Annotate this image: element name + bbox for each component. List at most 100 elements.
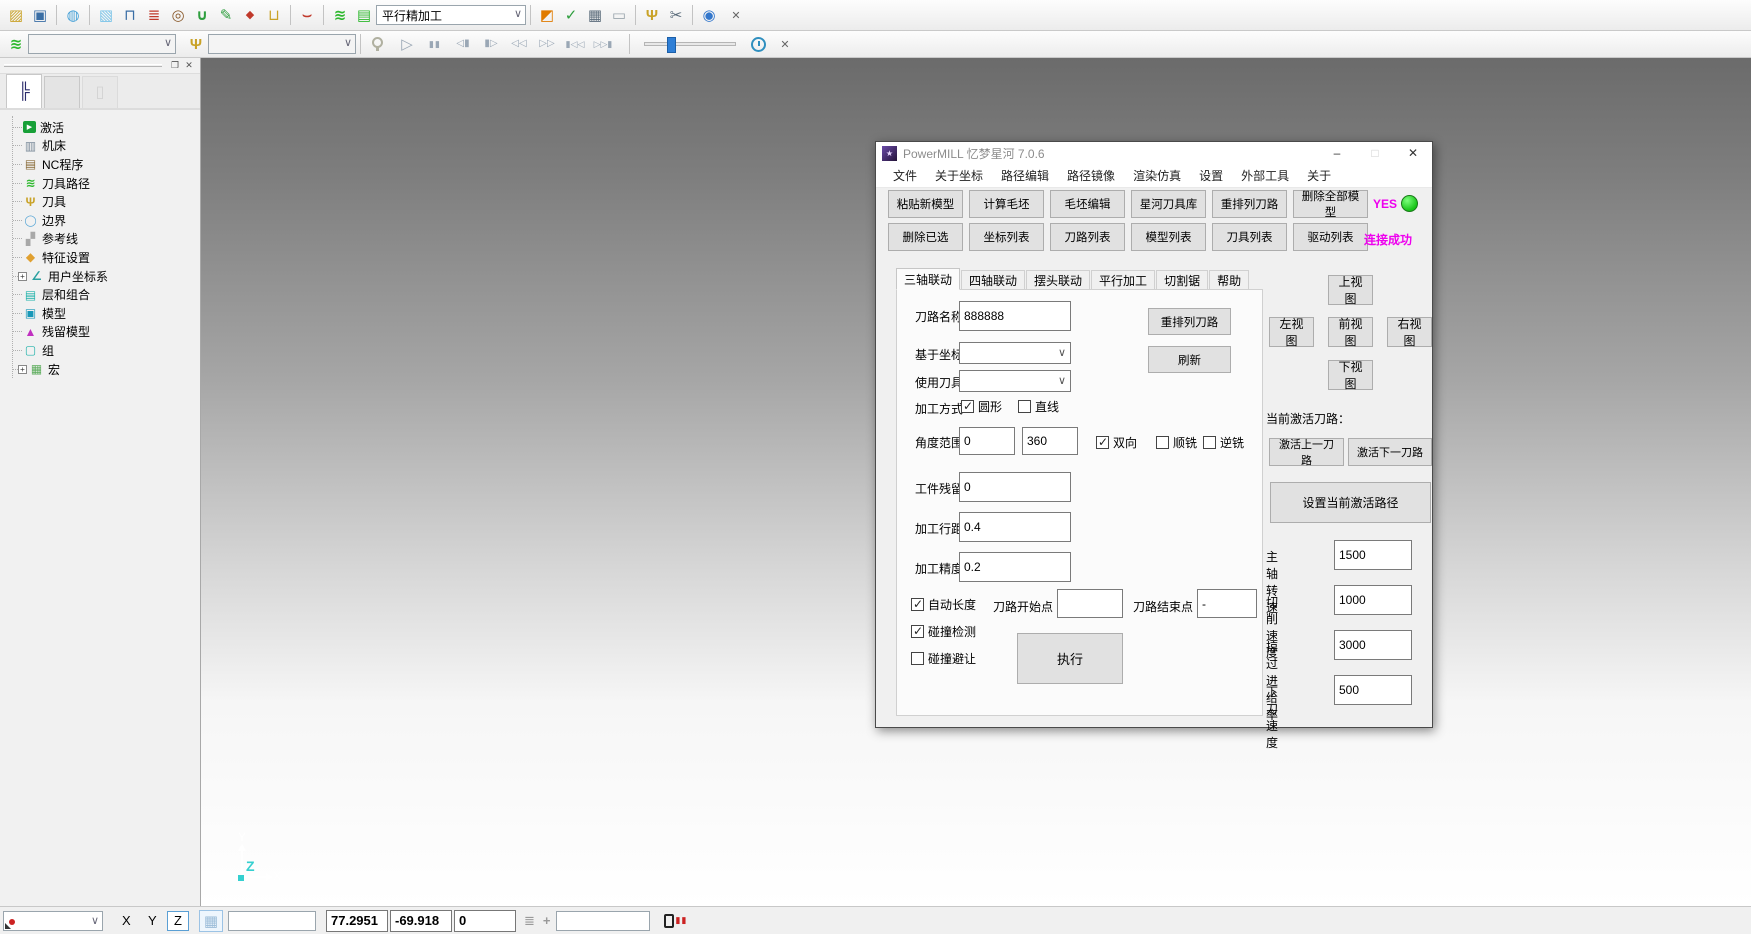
refresh-button[interactable]: 刷新	[1148, 346, 1231, 373]
menu-item[interactable]: 设置	[1190, 167, 1232, 184]
dialog-button[interactable]: 坐标列表	[969, 223, 1044, 251]
set-active-path-button[interactable]: 设置当前激活路径	[1270, 482, 1431, 523]
snap-field[interactable]	[228, 911, 316, 931]
speed-input[interactable]	[1334, 630, 1412, 660]
speed-input[interactable]	[1334, 675, 1412, 705]
linear-checkbox[interactable]: 直线	[1018, 398, 1059, 415]
tree-item[interactable]: 宏	[13, 360, 200, 379]
measure-icon[interactable]	[607, 4, 631, 26]
slider-handle[interactable]	[667, 37, 676, 53]
grid-toggle[interactable]	[199, 910, 223, 932]
axis-toggle[interactable]: Z	[167, 911, 189, 931]
pattern-icon[interactable]	[238, 4, 262, 26]
panel-grip[interactable]: ❐ ✕	[0, 58, 200, 74]
menu-item[interactable]: 关于坐标	[926, 167, 992, 184]
execute-button[interactable]: 执行	[1017, 633, 1123, 684]
climb-checkbox[interactable]: 顺铣	[1156, 434, 1197, 451]
start-point-input[interactable]	[1057, 589, 1123, 618]
stock-input[interactable]	[959, 472, 1071, 502]
activate-prev-button[interactable]: 激活上一刀路	[1269, 438, 1344, 466]
first-frame-icon[interactable]	[563, 33, 587, 55]
strategy-selector[interactable]: 平行精加工 ∨	[376, 5, 526, 25]
axis-toggle[interactable]: Y	[141, 911, 163, 931]
tree-item[interactable]: 边界	[13, 211, 200, 230]
toolbar-close-icon[interactable]: ✕	[727, 6, 745, 24]
verify-icon[interactable]	[559, 4, 583, 26]
windows-icon[interactable]	[697, 4, 721, 26]
dialog-button[interactable]: 毛坯编辑	[1050, 190, 1125, 218]
dialog-button[interactable]: 驱动列表	[1293, 223, 1368, 251]
tree-item[interactable]: 参考线	[13, 230, 200, 249]
menu-item[interactable]: 路径镜像	[1058, 167, 1124, 184]
rapid-heights-icon[interactable]	[118, 4, 142, 26]
tolerance-input[interactable]	[959, 552, 1071, 582]
tree-item[interactable]: 组	[13, 341, 200, 360]
clock-icon[interactable]	[746, 33, 770, 55]
marker-selector[interactable]: ∨	[3, 911, 103, 931]
dialog-button[interactable]: 重排列刀路	[1212, 190, 1287, 218]
dialog-button[interactable]: 刀具列表	[1212, 223, 1287, 251]
conventional-checkbox[interactable]: 逆铣	[1203, 434, 1244, 451]
menu-item[interactable]: 路径编辑	[992, 167, 1058, 184]
maximize-icon[interactable]: □	[1356, 142, 1394, 164]
search-back-icon[interactable]	[507, 33, 531, 55]
toolpath-name-input[interactable]	[959, 301, 1071, 331]
tool-select[interactable]: ∨	[959, 370, 1071, 392]
menu-item[interactable]: 文件	[884, 167, 926, 184]
view-top-button[interactable]: 上视图	[1328, 275, 1373, 305]
menu-item[interactable]: 渲染仿真	[1124, 167, 1190, 184]
rearrange-button[interactable]: 重排列刀路	[1148, 308, 1231, 335]
leads-icon[interactable]	[295, 4, 319, 26]
dialog-titlebar[interactable]: PowerMILL 忆梦星河 7.0.6 – □ ✕	[876, 142, 1432, 164]
curve-editor-icon[interactable]	[214, 4, 238, 26]
save-project-icon[interactable]	[28, 4, 52, 26]
tree-item[interactable]: 层和组合	[13, 285, 200, 304]
sim-tool-selector[interactable]: ∨	[208, 34, 356, 54]
auto-length-checkbox[interactable]: 自动长度	[911, 596, 976, 613]
axis-toggle[interactable]: X	[115, 911, 137, 931]
minimize-icon[interactable]: –	[1318, 142, 1356, 164]
sim-toolpath-selector[interactable]: ∨	[28, 34, 176, 54]
float-panel-icon[interactable]: ❐	[168, 60, 182, 72]
viewmill-icon[interactable]	[535, 4, 559, 26]
last-frame-icon[interactable]	[591, 33, 615, 55]
tool-block-icon[interactable]	[262, 4, 286, 26]
dialog-tab[interactable]: 四轴联动	[961, 270, 1025, 290]
pause-icon[interactable]	[423, 33, 447, 55]
tree-item[interactable]: 模型	[13, 304, 200, 323]
menu-item[interactable]: 关于	[1298, 167, 1340, 184]
close-panel-icon[interactable]: ✕	[182, 60, 196, 72]
tree-item[interactable]: 用户坐标系	[13, 267, 200, 286]
lightbulb-icon[interactable]	[365, 33, 389, 55]
menu-item[interactable]: 外部工具	[1232, 167, 1298, 184]
view-left-button[interactable]: 左视图	[1269, 317, 1314, 347]
expand-icon[interactable]	[18, 272, 27, 281]
block-icon[interactable]	[94, 4, 118, 26]
tree-item[interactable]: 刀具	[13, 192, 200, 211]
feed-rates-icon[interactable]	[142, 4, 166, 26]
view-bottom-button[interactable]: 下视图	[1328, 360, 1373, 390]
calculator-icon[interactable]	[583, 4, 607, 26]
speed-input[interactable]	[1334, 540, 1412, 570]
speed-input[interactable]	[1334, 585, 1412, 615]
delete-all-icon[interactable]	[61, 4, 85, 26]
view-right-button[interactable]: 右视图	[1387, 317, 1432, 347]
stepover-input[interactable]	[959, 512, 1071, 542]
dialog-tab[interactable]: 平行加工	[1091, 270, 1155, 290]
activate-next-button[interactable]: 激活下一刀路	[1348, 438, 1432, 466]
angle-from-input[interactable]	[959, 427, 1015, 455]
dialog-tab[interactable]: 帮助	[1209, 270, 1249, 290]
dialog-tab[interactable]: 摆头联动	[1026, 270, 1090, 290]
angle-to-input[interactable]	[1022, 427, 1078, 455]
strategy-list-icon[interactable]	[352, 4, 376, 26]
bidirectional-checkbox[interactable]: 双向	[1096, 434, 1137, 451]
tree-item[interactable]: 刀具路径	[13, 174, 200, 193]
dialog-tab[interactable]: 三轴联动	[896, 268, 960, 290]
end-point-input[interactable]	[1197, 589, 1257, 618]
collision-check-checkbox[interactable]: 碰撞检测	[911, 623, 976, 640]
step-back-icon[interactable]	[451, 33, 475, 55]
close-icon[interactable]: ✕	[1394, 142, 1432, 164]
dialog-button[interactable]: 模型列表	[1131, 223, 1206, 251]
expand-icon[interactable]	[18, 365, 27, 374]
collision-avoid-checkbox[interactable]: 碰撞避让	[911, 650, 976, 667]
